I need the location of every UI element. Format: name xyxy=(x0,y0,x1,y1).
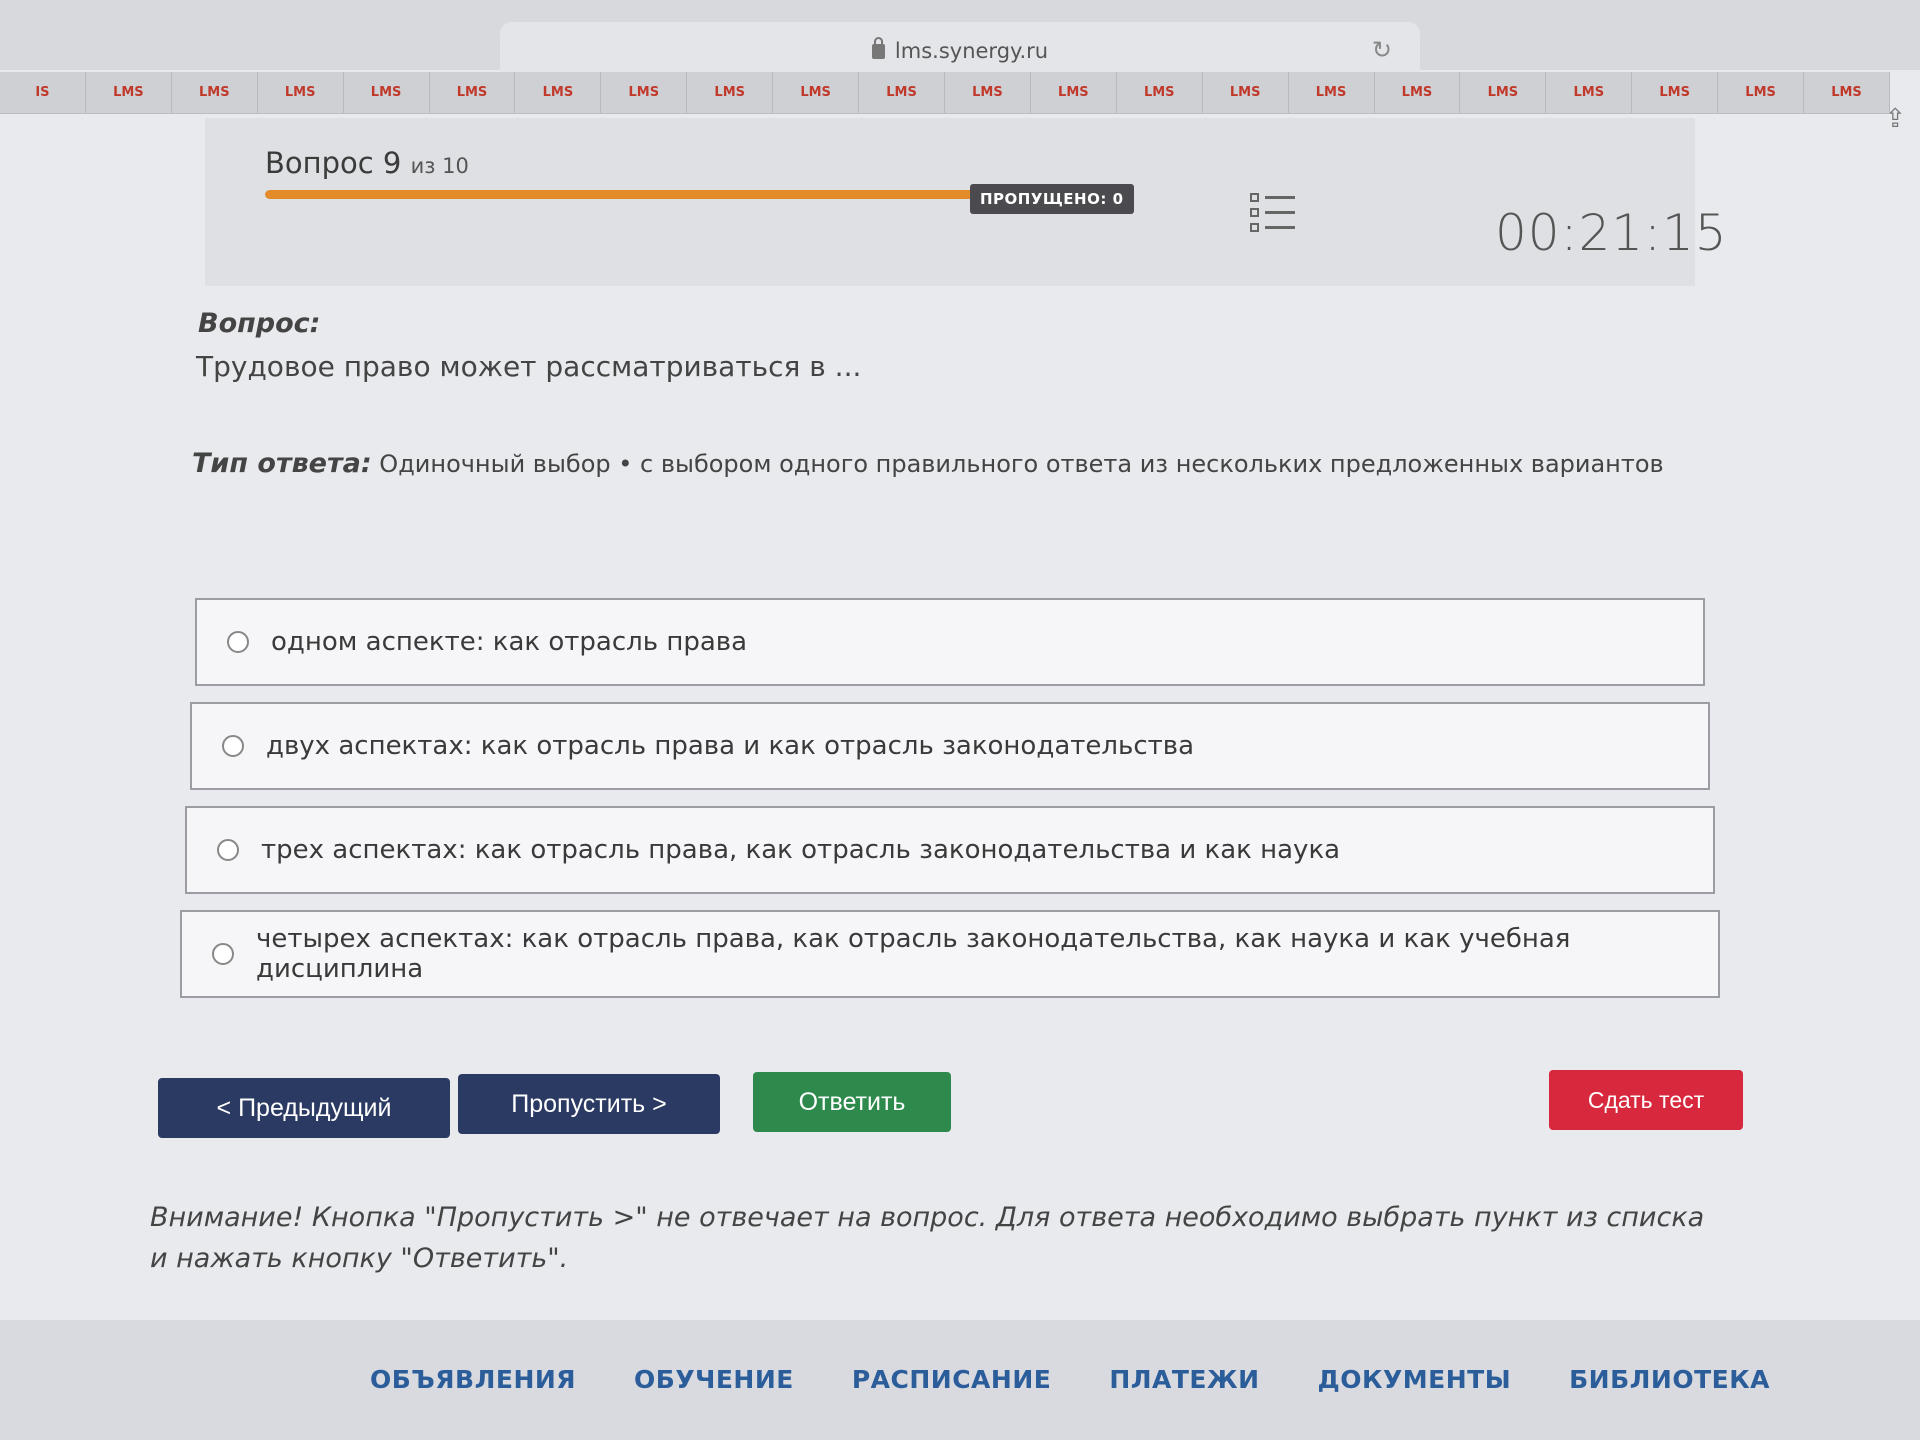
option-label: двух аспектах: как отрасль права и как о… xyxy=(266,731,1195,761)
answer-button[interactable]: Ответить xyxy=(753,1072,951,1132)
option-label: трех аспектах: как отрасль права, как от… xyxy=(261,835,1341,865)
browser-tab[interactable]: LMS xyxy=(172,72,258,113)
answer-option-1[interactable]: одном аспекте: как отрасль права xyxy=(195,598,1705,686)
question-total: из 10 xyxy=(410,154,469,178)
answer-type-label: Тип ответа: xyxy=(192,448,372,479)
answer-type-text: Одиночный выбор • с выбором одного прави… xyxy=(379,450,1664,478)
browser-tab[interactable]: LMS xyxy=(1375,72,1461,113)
quiz-header: Вопрос 9 из 10 ПРОПУЩЕНО: 0 00:21:15 xyxy=(205,118,1727,286)
browser-tab[interactable]: LMS xyxy=(1546,72,1633,113)
browser-tab[interactable]: LMS xyxy=(1632,72,1719,113)
warning-text: Внимание! Кнопка "Пропустить >" не отвеч… xyxy=(150,1202,1705,1274)
browser-tab[interactable]: LMS xyxy=(515,72,602,113)
nav-schedule[interactable]: РАСПИСАНИЕ xyxy=(852,1365,1051,1440)
browser-tab[interactable]: LMS xyxy=(1804,72,1890,113)
browser-tab[interactable]: LMS xyxy=(1289,72,1375,113)
nav-announcements[interactable]: ОБЪЯВЛЕНИЯ xyxy=(370,1365,576,1440)
question-counter: Вопрос 9 из 10 xyxy=(265,146,469,180)
radio-button[interactable] xyxy=(212,943,234,965)
skip-button[interactable]: Пропустить > xyxy=(458,1074,720,1134)
browser-tab[interactable]: LMS xyxy=(687,72,774,113)
browser-tab[interactable]: LMS xyxy=(773,72,860,113)
browser-tab[interactable]: LMS xyxy=(86,72,172,113)
browser-tab[interactable]: LMS xyxy=(258,72,344,113)
nav-documents[interactable]: ДОКУМЕНТЫ xyxy=(1318,1365,1512,1440)
bottom-navigation: ОБЪЯВЛЕНИЯ ОБУЧЕНИЕ РАСПИСАНИЕ ПЛАТЕЖИ Д… xyxy=(0,1320,1920,1440)
radio-button[interactable] xyxy=(227,631,249,653)
answer-type: Тип ответа: Одиночный выбор • с выбором … xyxy=(192,448,1664,479)
answer-option-2[interactable]: двух аспектах: как отрасль права и как о… xyxy=(190,702,1710,790)
question-number: Вопрос 9 xyxy=(265,146,402,180)
submit-test-button[interactable]: Сдать тест xyxy=(1549,1070,1743,1130)
progress-fill xyxy=(265,190,1030,199)
reload-icon[interactable]: ↻ xyxy=(1372,36,1392,64)
nav-learning[interactable]: ОБУЧЕНИЕ xyxy=(634,1365,794,1440)
browser-tab[interactable]: LMS xyxy=(1718,72,1805,113)
question-label: Вопрос: xyxy=(198,308,321,339)
lock-icon xyxy=(871,36,885,59)
tab-strip: IS LMS LMS LMS LMS LMS LMS LMS LMS LMS LMS LMS LMS LM… xyxy=(0,72,1890,114)
option-label: четырех аспектах: как отрасль права, как… xyxy=(256,924,1571,984)
question-text: Трудовое право может рассматриваться в .… xyxy=(196,350,862,383)
answer-option-4[interactable]: четырех аспектах: как отрасль права, как… xyxy=(180,910,1720,998)
skipped-badge: ПРОПУЩЕНО: 0 xyxy=(970,184,1134,214)
browser-tab[interactable]: LMS xyxy=(1203,72,1289,113)
browser-tab[interactable]: LMS xyxy=(601,72,688,113)
browser-tab[interactable]: LMS xyxy=(1117,72,1203,113)
previous-button[interactable]: < Предыдущий xyxy=(158,1078,450,1138)
radio-button[interactable] xyxy=(217,839,239,861)
browser-tab[interactable]: LMS xyxy=(945,72,1031,113)
question-list-icon[interactable] xyxy=(1250,193,1298,237)
browser-tab[interactable]: LMS xyxy=(430,72,516,113)
nav-library[interactable]: БИБЛИОТЕКА xyxy=(1569,1365,1770,1440)
browser-tab[interactable]: LMS xyxy=(344,72,430,113)
browser-tab[interactable]: IS xyxy=(0,72,86,113)
radio-button[interactable] xyxy=(222,735,244,757)
browser-tab[interactable]: LMS xyxy=(1460,72,1547,113)
answer-option-3[interactable]: трех аспектах: как отрасль права, как от… xyxy=(185,806,1715,894)
timer: 00:21:15 xyxy=(1495,204,1728,262)
browser-tab[interactable]: LMS xyxy=(1031,72,1117,113)
browser-tab[interactable]: LMS xyxy=(859,72,945,113)
nav-payments[interactable]: ПЛАТЕЖИ xyxy=(1109,1365,1259,1440)
option-label: одном аспекте: как отрасль права xyxy=(271,627,748,657)
url-text: lms.synergy.ru xyxy=(894,39,1049,63)
